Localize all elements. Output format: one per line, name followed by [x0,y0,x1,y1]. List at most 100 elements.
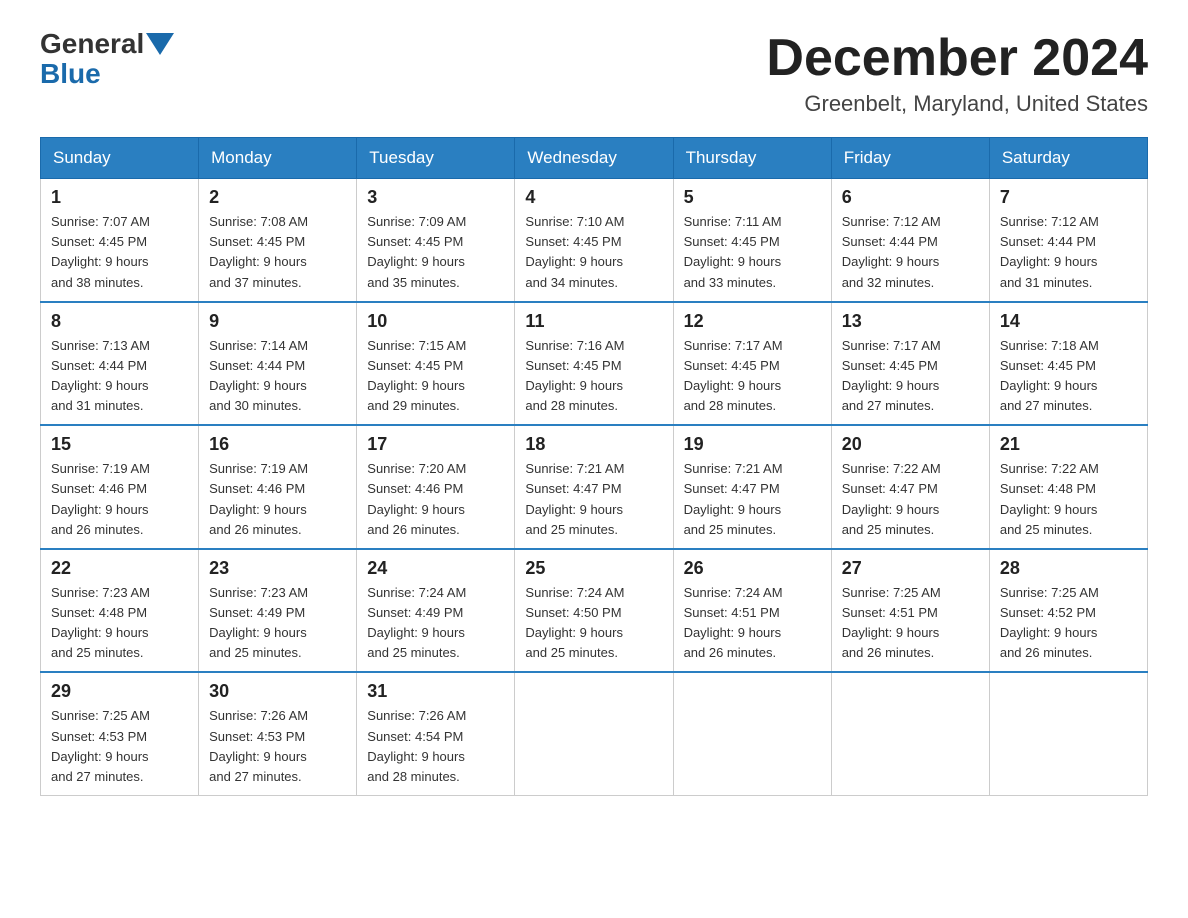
header-wednesday: Wednesday [515,138,673,179]
day-info: Sunrise: 7:23 AMSunset: 4:49 PMDaylight:… [209,583,346,664]
day-cell: 9Sunrise: 7:14 AMSunset: 4:44 PMDaylight… [199,302,357,426]
day-number: 4 [525,187,662,208]
day-number: 3 [367,187,504,208]
day-number: 12 [684,311,821,332]
day-info: Sunrise: 7:21 AMSunset: 4:47 PMDaylight:… [525,459,662,540]
header-sunday: Sunday [41,138,199,179]
logo-general-text: General [40,30,144,58]
day-number: 22 [51,558,188,579]
day-cell: 11 Sunrise: 7:16 AMSunset: 4:45 PMDayligh… [515,302,673,426]
day-cell: 23 Sunrise: 7:23 AMSunset: 4:49 PMDayligh… [199,549,357,673]
page-header: General Blue December 2024 Greenbelt, Ma… [40,30,1148,117]
day-number: 25 [525,558,662,579]
day-cell: 25 Sunrise: 7:24 AMSunset: 4:50 PMDayligh… [515,549,673,673]
day-info: Sunrise: 7:13 AMSunset: 4:44 PMDaylight:… [51,336,188,417]
day-info: Sunrise: 7:24 AMSunset: 4:49 PMDaylight:… [367,583,504,664]
day-cell: 22 Sunrise: 7:23 AMSunset: 4:48 PMDayligh… [41,549,199,673]
days-header-row: SundayMondayTuesdayWednesdayThursdayFrid… [41,138,1148,179]
day-cell: 28 Sunrise: 7:25 AMSunset: 4:52 PMDayligh… [989,549,1147,673]
day-cell: 15Sunrise: 7:19 AMSunset: 4:46 PMDayligh… [41,425,199,549]
day-info: Sunrise: 7:25 AMSunset: 4:52 PMDaylight:… [1000,583,1137,664]
day-number: 7 [1000,187,1137,208]
logo-blue-text: Blue [40,58,101,90]
day-info: Sunrise: 7:17 AMSunset: 4:45 PMDaylight:… [842,336,979,417]
day-cell: 19 Sunrise: 7:21 AMSunset: 4:47 PMDayligh… [673,425,831,549]
day-cell: 24Sunrise: 7:24 AMSunset: 4:49 PMDayligh… [357,549,515,673]
day-cell: 26 Sunrise: 7:24 AMSunset: 4:51 PMDayligh… [673,549,831,673]
day-info: Sunrise: 7:12 AMSunset: 4:44 PMDaylight:… [1000,212,1137,293]
day-cell: 16 Sunrise: 7:19 AMSunset: 4:46 PMDayligh… [199,425,357,549]
day-number: 28 [1000,558,1137,579]
day-cell: 5 Sunrise: 7:11 AMSunset: 4:45 PMDaylight… [673,179,831,302]
day-number: 5 [684,187,821,208]
day-number: 23 [209,558,346,579]
day-number: 30 [209,681,346,702]
week-row-5: 29 Sunrise: 7:25 AMSunset: 4:53 PMDayligh… [41,672,1148,795]
calendar-table: SundayMondayTuesdayWednesdayThursdayFrid… [40,137,1148,796]
day-cell: 4 Sunrise: 7:10 AMSunset: 4:45 PMDaylight… [515,179,673,302]
day-info: Sunrise: 7:17 AMSunset: 4:45 PMDaylight:… [684,336,821,417]
day-info: Sunrise: 7:15 AMSunset: 4:45 PMDaylight:… [367,336,504,417]
day-info: Sunrise: 7:25 AMSunset: 4:51 PMDaylight:… [842,583,979,664]
day-cell: 17Sunrise: 7:20 AMSunset: 4:46 PMDayligh… [357,425,515,549]
day-number: 16 [209,434,346,455]
week-row-3: 15 Sunrise: 7:19 AMSunset: 4:46 PMDayligh… [41,425,1148,549]
title-section: December 2024 Greenbelt, Maryland, Unite… [766,30,1148,117]
day-cell: 7 Sunrise: 7:12 AMSunset: 4:44 PMDaylight… [989,179,1147,302]
day-info: Sunrise: 7:16 AMSunset: 4:45 PMDaylight:… [525,336,662,417]
day-number: 27 [842,558,979,579]
day-info: Sunrise: 7:18 AMSunset: 4:45 PMDaylight:… [1000,336,1137,417]
day-number: 11 [525,311,662,332]
month-title: December 2024 [766,30,1148,87]
week-row-2: 8 Sunrise: 7:13 AMSunset: 4:44 PMDaylight… [41,302,1148,426]
day-cell: 13 Sunrise: 7:17 AMSunset: 4:45 PMDayligh… [831,302,989,426]
day-number: 15 [51,434,188,455]
day-info: Sunrise: 7:26 AMSunset: 4:54 PMDaylight:… [367,706,504,787]
day-cell: 12 Sunrise: 7:17 AMSunset: 4:45 PMDayligh… [673,302,831,426]
day-info: Sunrise: 7:24 AMSunset: 4:51 PMDaylight:… [684,583,821,664]
day-cell: 10 Sunrise: 7:15 AMSunset: 4:45 PMDayligh… [357,302,515,426]
day-cell: 21Sunrise: 7:22 AMSunset: 4:48 PMDayligh… [989,425,1147,549]
day-number: 19 [684,434,821,455]
day-cell: 14 Sunrise: 7:18 AMSunset: 4:45 PMDayligh… [989,302,1147,426]
logo: General Blue [40,30,176,90]
day-info: Sunrise: 7:21 AMSunset: 4:47 PMDaylight:… [684,459,821,540]
day-info: Sunrise: 7:11 AMSunset: 4:45 PMDaylight:… [684,212,821,293]
day-info: Sunrise: 7:12 AMSunset: 4:44 PMDaylight:… [842,212,979,293]
day-number: 26 [684,558,821,579]
logo-triangle-icon [146,33,174,55]
day-info: Sunrise: 7:20 AMSunset: 4:46 PMDaylight:… [367,459,504,540]
header-monday: Monday [199,138,357,179]
day-info: Sunrise: 7:25 AMSunset: 4:53 PMDaylight:… [51,706,188,787]
day-info: Sunrise: 7:08 AMSunset: 4:45 PMDaylight:… [209,212,346,293]
day-cell: 3 Sunrise: 7:09 AMSunset: 4:45 PMDaylight… [357,179,515,302]
day-number: 10 [367,311,504,332]
day-info: Sunrise: 7:24 AMSunset: 4:50 PMDaylight:… [525,583,662,664]
day-info: Sunrise: 7:09 AMSunset: 4:45 PMDaylight:… [367,212,504,293]
day-info: Sunrise: 7:23 AMSunset: 4:48 PMDaylight:… [51,583,188,664]
day-info: Sunrise: 7:10 AMSunset: 4:45 PMDaylight:… [525,212,662,293]
day-info: Sunrise: 7:22 AMSunset: 4:47 PMDaylight:… [842,459,979,540]
location-text: Greenbelt, Maryland, United States [766,91,1148,117]
day-number: 2 [209,187,346,208]
day-info: Sunrise: 7:19 AMSunset: 4:46 PMDaylight:… [209,459,346,540]
day-cell [673,672,831,795]
day-info: Sunrise: 7:22 AMSunset: 4:48 PMDaylight:… [1000,459,1137,540]
header-friday: Friday [831,138,989,179]
day-number: 1 [51,187,188,208]
week-row-4: 22 Sunrise: 7:23 AMSunset: 4:48 PMDayligh… [41,549,1148,673]
day-number: 20 [842,434,979,455]
day-info: Sunrise: 7:26 AMSunset: 4:53 PMDaylight:… [209,706,346,787]
day-cell: 29 Sunrise: 7:25 AMSunset: 4:53 PMDayligh… [41,672,199,795]
day-number: 29 [51,681,188,702]
day-cell: 1 Sunrise: 7:07 AMSunset: 4:45 PMDaylight… [41,179,199,302]
day-cell [989,672,1147,795]
day-number: 13 [842,311,979,332]
day-info: Sunrise: 7:07 AMSunset: 4:45 PMDaylight:… [51,212,188,293]
week-row-1: 1 Sunrise: 7:07 AMSunset: 4:45 PMDaylight… [41,179,1148,302]
header-saturday: Saturday [989,138,1147,179]
day-cell: 18Sunrise: 7:21 AMSunset: 4:47 PMDayligh… [515,425,673,549]
header-tuesday: Tuesday [357,138,515,179]
day-number: 14 [1000,311,1137,332]
day-number: 8 [51,311,188,332]
